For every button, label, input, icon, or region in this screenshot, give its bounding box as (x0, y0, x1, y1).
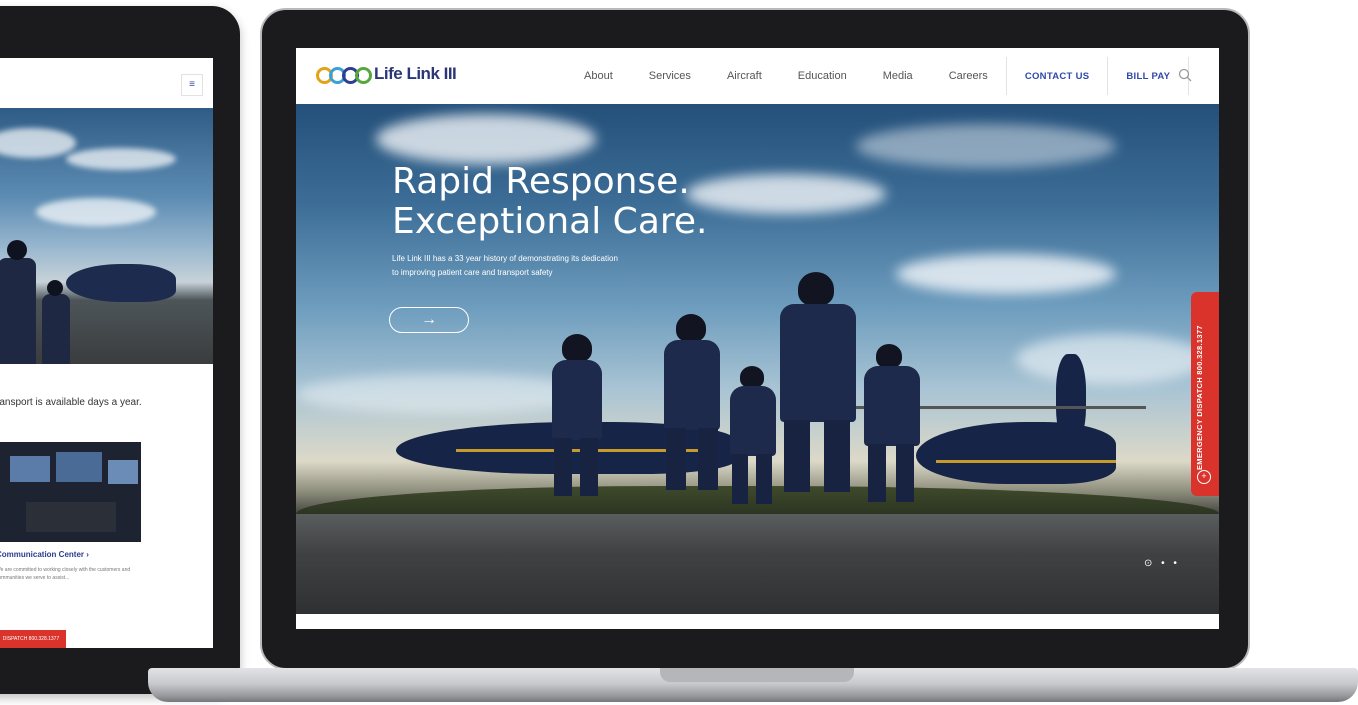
site-logo[interactable]: Life Link III (316, 61, 457, 87)
nav-about[interactable]: About (566, 70, 631, 82)
hero-title-line2: Exceptional Care. (392, 201, 708, 242)
tablet-dispatch-button[interactable]: DISPATCH 800.328.1377 (0, 630, 66, 648)
communication-center-photo (0, 442, 141, 542)
tablet-screen: ≡ ⊙ • • ransport is available days a yea… (0, 58, 213, 648)
carousel-dots[interactable]: ⊙ • • (1144, 558, 1180, 569)
hero-banner: Rapid Response. Exceptional Care. Life L… (296, 104, 1219, 614)
hero-subtitle-line1: Life Link III has a 33 year history of d… (392, 254, 618, 263)
logo-text: Life Link III (374, 64, 457, 83)
tablet-transport-text: ransport is available days a year. (0, 397, 142, 408)
site-header: Life Link III About Services Aircraft Ed… (296, 48, 1219, 104)
search-icon[interactable] (1178, 68, 1192, 82)
nav-education[interactable]: Education (780, 70, 865, 82)
main-nav: About Services Aircraft Education Media … (566, 48, 1190, 104)
communication-center-desc: We are committed to working closely with… (0, 567, 131, 581)
nav-careers[interactable]: Careers (931, 70, 1006, 82)
hero-subtitle: Life Link III has a 33 year history of d… (392, 252, 682, 280)
runway (296, 514, 1219, 614)
hamburger-icon[interactable]: ≡ (181, 74, 203, 96)
hero-title-line1: Rapid Response. (392, 161, 690, 202)
tablet-device: ≡ ⊙ • • ransport is available days a yea… (0, 6, 240, 694)
nav-aircraft[interactable]: Aircraft (709, 70, 780, 82)
laptop-notch (660, 668, 854, 682)
arrow-right-icon: → (421, 311, 437, 328)
hero-title: Rapid Response. Exceptional Care. (392, 162, 707, 242)
laptop-screen: Life Link III About Services Aircraft Ed… (296, 48, 1219, 629)
helicopter-image (916, 422, 1116, 484)
tablet-hero-image: ⊙ • • (0, 108, 213, 364)
tablet-header: ≡ (0, 58, 213, 109)
nav-services[interactable]: Services (631, 70, 709, 82)
logo-mark-icon (316, 61, 372, 87)
plus-circle-icon: + (1197, 470, 1211, 484)
nav-media[interactable]: Media (865, 70, 931, 82)
bill-pay-link[interactable]: BILL PAY (1108, 71, 1188, 82)
hero-subtitle-line2: to improving patient care and transport … (392, 268, 553, 277)
emergency-dispatch-tab[interactable]: EMERGENCY DISPATCH 800.328.1377 + (1191, 292, 1219, 496)
laptop-device: Life Link III About Services Aircraft Ed… (260, 8, 1250, 670)
emergency-dispatch-label: EMERGENCY DISPATCH 800.328.1377 (1195, 325, 1204, 470)
communication-center-link[interactable]: Communication Center › (0, 550, 89, 559)
hero-cta-button[interactable]: → (389, 307, 469, 333)
contact-us-link[interactable]: CONTACT US (1007, 71, 1108, 82)
